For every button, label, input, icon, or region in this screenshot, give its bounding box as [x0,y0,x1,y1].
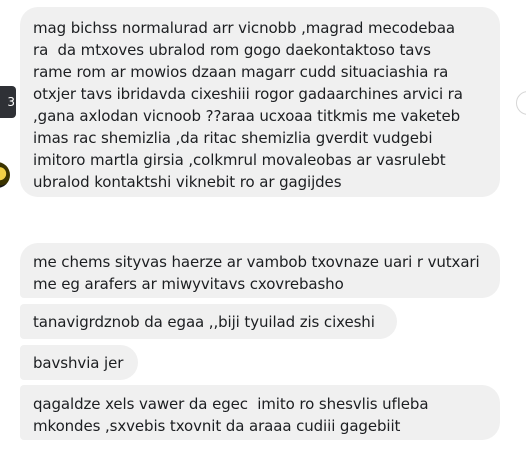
message-bubble-1[interactable]: mag bichss normalurad arr vicnobb ,magra… [20,7,500,197]
avatar[interactable] [0,162,10,188]
timestamp-tooltip: 3 [0,86,16,118]
message-bubble-5[interactable]: qagaldze xels vawer da egec imito ro she… [20,385,500,440]
message-bubble-2[interactable]: me chems sityvas haerze ar vambob txovna… [20,243,500,298]
reaction-button[interactable] [516,91,526,115]
message-bubble-3[interactable]: tanavigrdznob da egaa ,,biji tyuilad zis… [20,304,397,339]
message-bubble-4[interactable]: bavshvia jer [20,345,138,380]
